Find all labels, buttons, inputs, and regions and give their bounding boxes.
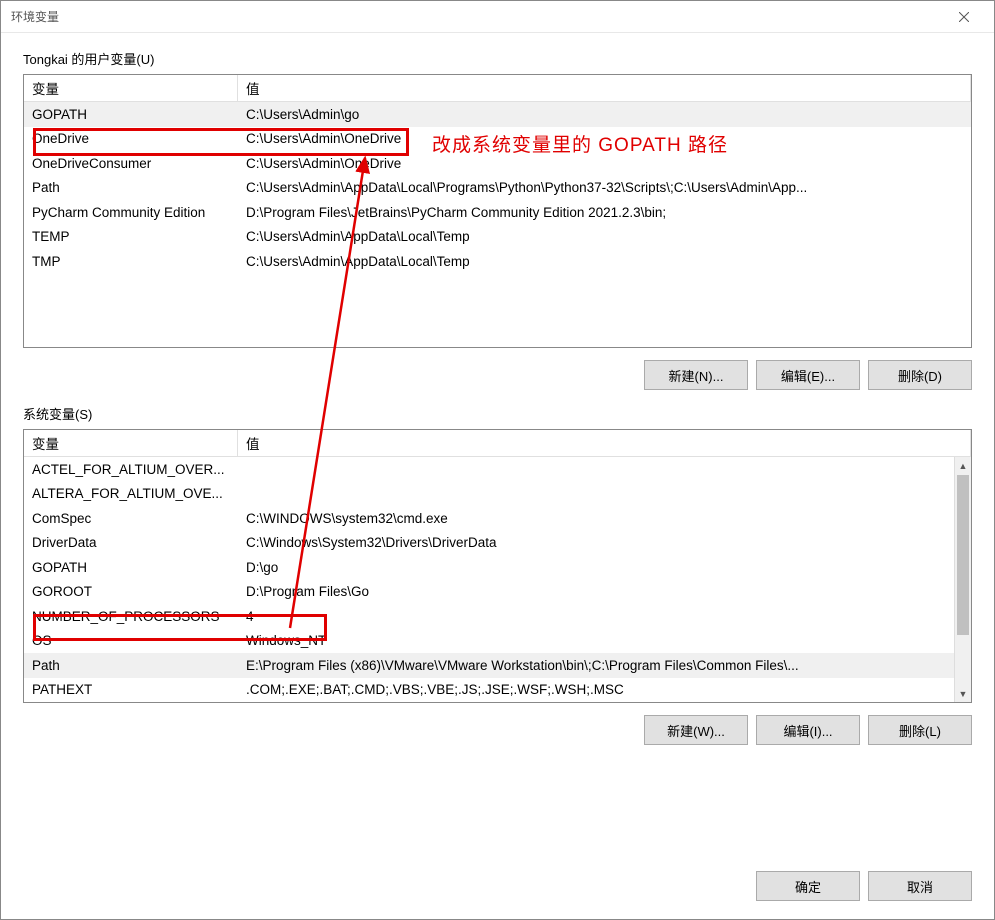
cell-name: GOPATH <box>24 104 238 125</box>
cell-value: C:\Users\Admin\OneDrive <box>238 128 971 149</box>
cell-name: OneDrive <box>24 128 238 149</box>
window-title: 环境变量 <box>11 8 944 25</box>
header-name[interactable]: 变量 <box>24 430 238 456</box>
sys-scrollbar[interactable]: ▲ ▼ <box>954 457 971 702</box>
cell-value: C:\Users\Admin\AppData\Local\Temp <box>238 226 971 247</box>
cell-value: Windows_NT <box>238 630 954 651</box>
cell-name: NUMBER_OF_PROCESSORS <box>24 606 238 627</box>
sys-new-button[interactable]: 新建(W)... <box>644 715 748 745</box>
cell-value <box>238 491 954 497</box>
table-row[interactable]: TEMPC:\Users\Admin\AppData\Local\Temp <box>24 225 971 250</box>
cell-value: C:\Users\Admin\AppData\Local\Temp <box>238 251 971 272</box>
cell-value: D:\Program Files\JetBrains\PyCharm Commu… <box>238 202 971 223</box>
cancel-button[interactable]: 取消 <box>868 871 972 901</box>
cell-value: C:\WINDOWS\system32\cmd.exe <box>238 508 954 529</box>
sys-vars-buttons: 新建(W)... 编辑(I)... 删除(L) <box>23 715 972 745</box>
dialog-content: Tongkai 的用户变量(U) 变量 值 GOPATHC:\Users\Adm… <box>1 33 994 853</box>
table-row[interactable]: ACTEL_FOR_ALTIUM_OVER... <box>24 457 954 482</box>
cell-name: OneDriveConsumer <box>24 153 238 174</box>
cell-name: OS <box>24 630 238 651</box>
cell-value: .COM;.EXE;.BAT;.CMD;.VBS;.VBE;.JS;.JSE;.… <box>238 679 954 700</box>
scroll-down-icon[interactable]: ▼ <box>955 685 971 702</box>
cell-name: Path <box>24 655 238 676</box>
user-delete-button[interactable]: 删除(D) <box>868 360 972 390</box>
cell-value: C:\Windows\System32\Drivers\DriverData <box>238 532 954 553</box>
scroll-thumb[interactable] <box>957 475 969 635</box>
user-edit-button[interactable]: 编辑(E)... <box>756 360 860 390</box>
header-name[interactable]: 变量 <box>24 75 238 101</box>
list-header: 变量 值 <box>24 75 971 102</box>
titlebar: 环境变量 <box>1 1 994 33</box>
table-row[interactable]: TMPC:\Users\Admin\AppData\Local\Temp <box>24 249 971 274</box>
table-row[interactable]: OneDriveC:\Users\Admin\OneDrive <box>24 127 971 152</box>
table-row[interactable]: GOPATHC:\Users\Admin\go <box>24 102 971 127</box>
table-row[interactable]: DriverDataC:\Windows\System32\Drivers\Dr… <box>24 531 954 556</box>
table-row[interactable]: NUMBER_OF_PROCESSORS4 <box>24 604 954 629</box>
header-value[interactable]: 值 <box>238 75 971 101</box>
cell-name: PyCharm Community Edition <box>24 202 238 223</box>
user-vars-buttons: 新建(N)... 编辑(E)... 删除(D) <box>23 360 972 390</box>
cell-value: D:\Program Files\Go <box>238 581 954 602</box>
cell-name: TMP <box>24 251 238 272</box>
cell-value: 4 <box>238 606 954 627</box>
table-row[interactable]: PathE:\Program Files (x86)\VMware\VMware… <box>24 653 954 678</box>
cell-name: GOPATH <box>24 557 238 578</box>
cell-name: DriverData <box>24 532 238 553</box>
table-row[interactable]: ComSpecC:\WINDOWS\system32\cmd.exe <box>24 506 954 531</box>
sys-vars-label: 系统变量(S) <box>23 404 972 423</box>
table-row[interactable]: PathC:\Users\Admin\AppData\Local\Program… <box>24 176 971 201</box>
cell-value: D:\go <box>238 557 954 578</box>
table-row[interactable]: GOPATHD:\go <box>24 555 954 580</box>
table-row[interactable]: OSWindows_NT <box>24 629 954 654</box>
cell-value <box>238 466 954 472</box>
env-vars-dialog: 环境变量 Tongkai 的用户变量(U) 变量 值 GOPATHC:\User… <box>0 0 995 920</box>
user-vars-group: Tongkai 的用户变量(U) 变量 值 GOPATHC:\Users\Adm… <box>23 49 972 390</box>
dialog-footer: 确定 取消 <box>1 853 994 919</box>
ok-button[interactable]: 确定 <box>756 871 860 901</box>
table-row[interactable]: ALTERA_FOR_ALTIUM_OVE... <box>24 482 954 507</box>
cell-name: Path <box>24 177 238 198</box>
scroll-up-icon[interactable]: ▲ <box>955 457 971 474</box>
cell-name: GOROOT <box>24 581 238 602</box>
sys-vars-list[interactable]: 变量 值 ACTEL_FOR_ALTIUM_OVER... ALTERA_FOR_… <box>23 429 972 703</box>
cell-name: ACTEL_FOR_ALTIUM_OVER... <box>24 459 238 480</box>
list-header: 变量 值 <box>24 430 971 457</box>
close-icon <box>959 12 969 22</box>
cell-value: C:\Users\Admin\go <box>238 104 971 125</box>
cell-value: C:\Users\Admin\OneDrive <box>238 153 971 174</box>
sys-edit-button[interactable]: 编辑(I)... <box>756 715 860 745</box>
cell-name: TEMP <box>24 226 238 247</box>
close-button[interactable] <box>944 3 984 31</box>
cell-name: PATHEXT <box>24 679 238 700</box>
user-vars-list[interactable]: 变量 值 GOPATHC:\Users\Admin\goOneDriveC:\U… <box>23 74 972 348</box>
cell-name: ComSpec <box>24 508 238 529</box>
table-row[interactable]: PyCharm Community EditionD:\Program File… <box>24 200 971 225</box>
cell-value: C:\Users\Admin\AppData\Local\Programs\Py… <box>238 177 971 198</box>
header-value[interactable]: 值 <box>238 430 971 456</box>
sys-delete-button[interactable]: 删除(L) <box>868 715 972 745</box>
user-vars-label: Tongkai 的用户变量(U) <box>23 49 972 68</box>
table-row[interactable]: OneDriveConsumerC:\Users\Admin\OneDrive <box>24 151 971 176</box>
user-new-button[interactable]: 新建(N)... <box>644 360 748 390</box>
table-row[interactable]: PATHEXT.COM;.EXE;.BAT;.CMD;.VBS;.VBE;.JS… <box>24 678 954 703</box>
cell-value: E:\Program Files (x86)\VMware\VMware Wor… <box>238 655 954 676</box>
table-row[interactable]: GOROOTD:\Program Files\Go <box>24 580 954 605</box>
cell-name: ALTERA_FOR_ALTIUM_OVE... <box>24 483 238 504</box>
sys-vars-group: 系统变量(S) 变量 值 ACTEL_FOR_ALTIUM_OVER... ALT… <box>23 404 972 745</box>
